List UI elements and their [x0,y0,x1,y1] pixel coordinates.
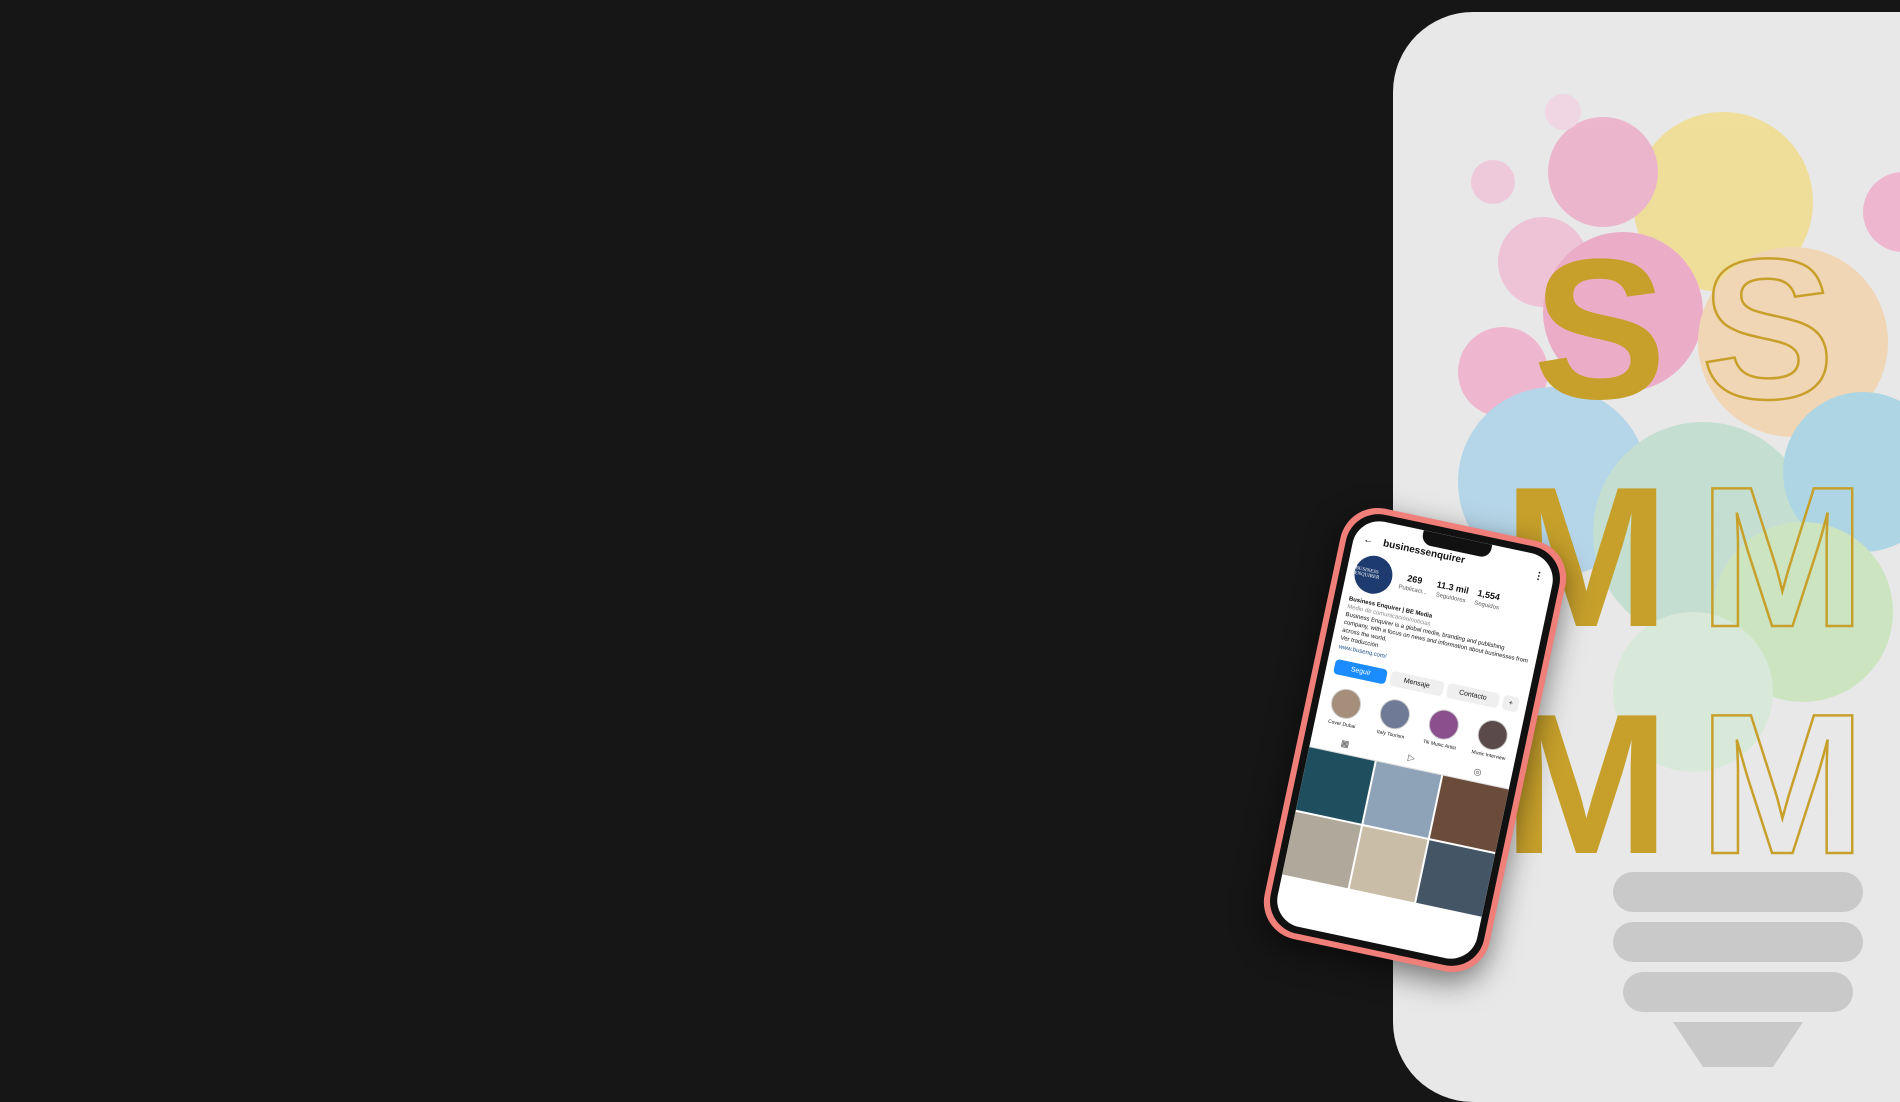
highlight-item[interactable]: Cover Dubai [1323,685,1368,731]
solid-letter: S [1533,218,1667,441]
post-thumbnail[interactable] [1282,811,1361,888]
post-thumbnail[interactable] [1430,775,1509,852]
highlight-item[interactable]: Tik Music Artist [1420,706,1465,752]
stat-posts[interactable]: 269 Publicaci... [1398,571,1430,596]
avatar[interactable]: BUSINESS ENQUIRER [1350,552,1396,598]
more-icon[interactable]: ⋮ [1533,570,1545,583]
tagged-icon[interactable]: ◎ [1473,766,1483,778]
post-thumbnail[interactable] [1349,825,1428,903]
grid-icon[interactable]: ▦ [1340,737,1350,750]
outline-letter: M [1698,673,1867,896]
letter-row-s: S S [1511,228,1900,431]
add-user-button[interactable]: + [1501,694,1521,713]
highlight-item[interactable]: Italy Tourism [1371,695,1416,741]
back-arrow-icon[interactable]: ← [1362,534,1374,547]
post-thumbnail[interactable] [1416,839,1496,917]
stat-followers[interactable]: 11.3 mil Seguidores [1434,579,1470,604]
outline-letter: M [1698,446,1867,669]
reels-icon[interactable]: ▷ [1407,752,1416,764]
post-thumbnail[interactable] [1363,761,1442,838]
letter-row-m: M M [1503,683,1900,886]
letter-row-m: M M [1503,456,1900,659]
stat-following[interactable]: 1,554 Seguidos [1474,587,1502,611]
highlight-item[interactable]: Music Interview [1469,716,1514,762]
outline-letter: S [1700,218,1836,441]
post-thumbnail[interactable] [1295,746,1375,824]
